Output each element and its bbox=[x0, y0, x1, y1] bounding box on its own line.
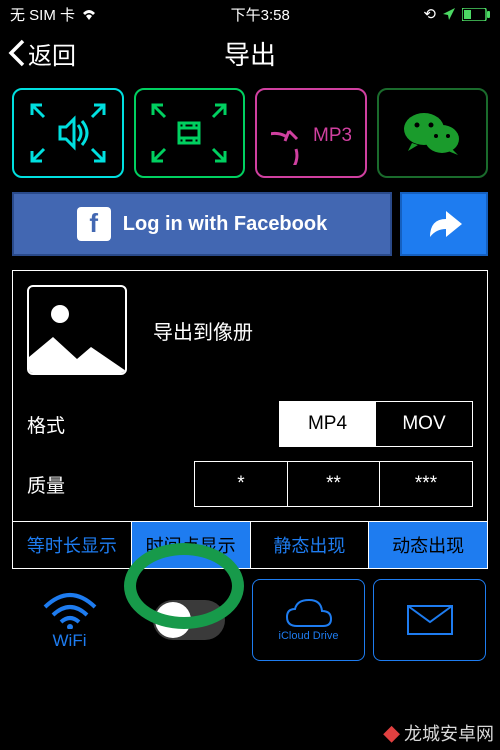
display-mode-row: 等时长显示 时间点显示 静态出现 动态出现 bbox=[13, 521, 487, 568]
back-button[interactable]: 返回 bbox=[8, 36, 76, 71]
quality-low-button[interactable]: * bbox=[194, 461, 288, 507]
sim-status: 无 SIM 卡 bbox=[10, 4, 75, 25]
battery-icon bbox=[462, 8, 490, 21]
email-button[interactable] bbox=[373, 579, 486, 661]
toggle-switch[interactable] bbox=[153, 600, 225, 640]
format-mp4-button[interactable]: MP4 bbox=[279, 401, 377, 447]
orientation-lock-icon: ⟲ bbox=[423, 5, 436, 23]
quality-label: 质量 bbox=[27, 471, 99, 498]
quality-mid-button[interactable]: ** bbox=[287, 461, 381, 507]
wifi-large-icon bbox=[41, 589, 99, 629]
toggle-knob bbox=[155, 602, 191, 638]
mode-dynamic[interactable]: 动态出现 bbox=[369, 522, 487, 568]
mode-equal-duration[interactable]: 等时长显示 bbox=[13, 522, 132, 568]
mode-timepoint[interactable]: 时间点显示 bbox=[132, 522, 251, 568]
icloud-label: iCloud Drive bbox=[279, 630, 339, 642]
back-label: 返回 bbox=[28, 36, 76, 71]
email-icon bbox=[406, 604, 454, 636]
icloud-icon bbox=[285, 598, 333, 628]
mp3-icon: MP3 bbox=[271, 101, 351, 165]
quality-high-button[interactable]: *** bbox=[379, 461, 473, 507]
wifi-icon bbox=[81, 8, 97, 20]
wechat-icon bbox=[400, 107, 464, 159]
svg-text:MP3: MP3 bbox=[313, 125, 351, 146]
format-segment: MP4 MOV bbox=[280, 401, 473, 447]
expand-video-icon bbox=[149, 101, 229, 165]
format-label: 格式 bbox=[27, 411, 99, 438]
video-fullscreen-tile[interactable] bbox=[134, 88, 246, 178]
audio-fullscreen-tile[interactable] bbox=[12, 88, 124, 178]
share-button[interactable] bbox=[400, 192, 488, 256]
facebook-login-button[interactable]: f Log in with Facebook bbox=[12, 192, 392, 256]
mode-static[interactable]: 静态出现 bbox=[251, 522, 370, 568]
export-album-label: 导出到像册 bbox=[153, 316, 253, 345]
bottom-row: WiFi iCloud Drive bbox=[12, 579, 488, 661]
expand-audio-icon bbox=[28, 101, 108, 165]
page-title: 导出 bbox=[224, 35, 276, 72]
album-thumbnail[interactable] bbox=[27, 285, 127, 375]
status-time: 下午3:58 bbox=[231, 4, 290, 25]
wifi-button[interactable]: WiFi bbox=[14, 579, 125, 661]
watermark: ◆ 龙城安卓网 bbox=[383, 720, 494, 746]
quality-segment: * ** *** bbox=[196, 461, 474, 507]
facebook-label: Log in with Facebook bbox=[123, 213, 327, 236]
nav-bar: 返回 导出 bbox=[0, 28, 500, 78]
share-arrow-icon bbox=[424, 207, 464, 241]
wifi-label: WiFi bbox=[53, 631, 87, 651]
watermark-text: 龙城安卓网 bbox=[404, 720, 494, 746]
status-bar: 无 SIM 卡 下午3:58 ⟲ bbox=[0, 0, 500, 28]
mp3-tile[interactable]: MP3 bbox=[255, 88, 367, 178]
export-panel: 导出到像册 格式 MP4 MOV 质量 * ** *** 等时长显示 时间点显示… bbox=[12, 270, 488, 569]
chevron-left-icon bbox=[8, 39, 26, 67]
icloud-button[interactable]: iCloud Drive bbox=[252, 579, 365, 661]
facebook-icon: f bbox=[77, 207, 111, 241]
wechat-tile[interactable] bbox=[377, 88, 489, 178]
location-icon bbox=[442, 7, 456, 21]
watermark-logo-icon: ◆ bbox=[383, 720, 400, 746]
format-mov-button[interactable]: MOV bbox=[375, 401, 473, 447]
export-format-row: MP3 bbox=[12, 88, 488, 178]
